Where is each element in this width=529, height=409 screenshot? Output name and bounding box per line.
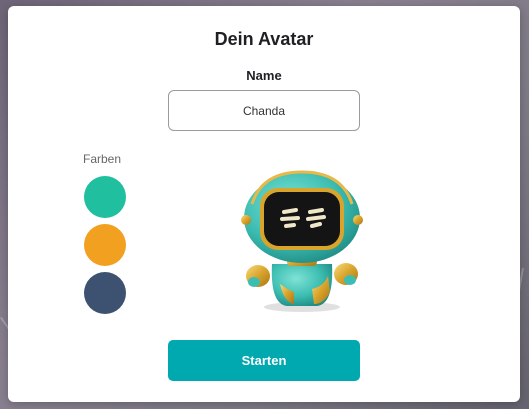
color-swatch-teal[interactable] [84,176,126,218]
start-button[interactable]: Starten [168,340,360,381]
robot-avatar [241,170,363,312]
avatar-dialog: Dein Avatar Name Farben [8,6,520,402]
colors-label: Farben [82,152,122,166]
color-swatch-orange[interactable] [84,224,126,266]
dialog-title: Dein Avatar [214,29,314,49]
name-input[interactable] [168,90,360,131]
name-label: Name [246,68,282,83]
color-swatch-navy[interactable] [84,272,126,314]
